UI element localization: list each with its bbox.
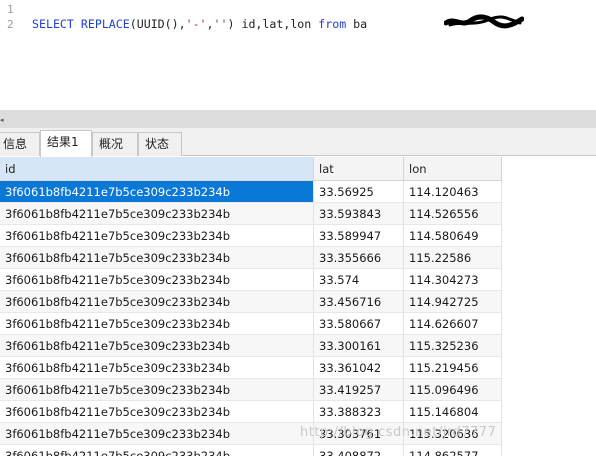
line-number: 2 xyxy=(7,18,14,31)
table-cell-lon[interactable]: 115.146804 xyxy=(404,401,502,423)
table-cell-lat[interactable]: 33.408872 xyxy=(314,445,404,456)
redaction-scribble xyxy=(444,14,524,29)
table-row[interactable]: 3f6061b8fb4211e7b5ce309c233b234b 33.59384… xyxy=(0,203,502,225)
tab-info[interactable]: 信息 xyxy=(0,132,40,156)
table-cell-lat[interactable]: 33.355666 xyxy=(314,247,404,269)
sql-keyword-select: SELECT xyxy=(32,17,74,31)
table-cell-lat[interactable]: 33.388323 xyxy=(314,401,404,423)
table-cell-id[interactable]: 3f6061b8fb4211e7b5ce309c233b234b xyxy=(0,401,314,423)
table-row[interactable]: 3f6061b8fb4211e7b5ce309c233b234b 33.38832… xyxy=(0,401,502,423)
table-row[interactable]: 3f6061b8fb4211e7b5ce309c233b234b 33.30016… xyxy=(0,335,502,357)
table-cell-lon[interactable]: 114.580649 xyxy=(404,225,502,247)
table-cell-id[interactable]: 3f6061b8fb4211e7b5ce309c233b234b xyxy=(0,225,314,247)
table-cell-lat[interactable]: 33.593843 xyxy=(314,203,404,225)
sql-query-line[interactable]: SELECT REPLACE(UUID(),'-','') id,lat,lon… xyxy=(32,17,367,31)
result-tab-bar: 信息 结果1 概况 状态 xyxy=(0,128,596,157)
table-cell-lat[interactable]: 33.456716 xyxy=(314,291,404,313)
table-cell-id[interactable]: 3f6061b8fb4211e7b5ce309c233b234b xyxy=(0,357,314,379)
table-cell-id[interactable]: 3f6061b8fb4211e7b5ce309c233b234b xyxy=(0,269,314,291)
table-cell-lon[interactable]: 115.22586 xyxy=(404,247,502,269)
table-cell-id[interactable]: 3f6061b8fb4211e7b5ce309c233b234b xyxy=(0,379,314,401)
table-row[interactable]: 3f6061b8fb4211e7b5ce309c233b234b 33.574 11… xyxy=(0,269,502,291)
table-cell-lon[interactable]: 115.096496 xyxy=(404,379,502,401)
table-row[interactable]: 3f6061b8fb4211e7b5ce309c233b234b 33.58994… xyxy=(0,225,502,247)
tab-status[interactable]: 状态 xyxy=(138,132,182,156)
table-cell-lon[interactable]: 115.325236 xyxy=(404,335,502,357)
table-cell-lat[interactable]: 33.574 xyxy=(314,269,404,291)
tab-overview[interactable]: 概况 xyxy=(92,132,138,156)
navicat-query-window: 1 2 SELECT REPLACE(UUID(),'-','') id,lat… xyxy=(0,0,596,456)
table-cell-id[interactable]: 3f6061b8fb4211e7b5ce309c233b234b xyxy=(0,247,314,269)
table-cell-lon[interactable]: 115.219456 xyxy=(404,357,502,379)
splitter-grip-icon: ◂ xyxy=(0,116,4,124)
table-cell-lat[interactable]: 33.580667 xyxy=(314,313,404,335)
table-cell-lon[interactable]: 114.942725 xyxy=(404,291,502,313)
table-cell-lon[interactable]: 114.304273 xyxy=(404,269,502,291)
sql-comma: , xyxy=(206,17,214,31)
table-cell-lon[interactable]: 114.862577 xyxy=(404,445,502,456)
line-number: 1 xyxy=(7,3,14,16)
sql-function-args: (UUID(), xyxy=(129,17,186,31)
sql-string-empty: '' xyxy=(213,17,228,31)
table-cell-lon[interactable]: 114.120463 xyxy=(404,181,502,203)
sql-editor[interactable]: 1 2 SELECT REPLACE(UUID(),'-','') id,lat… xyxy=(0,0,596,110)
grid-header: id lat lon xyxy=(0,157,502,181)
table-cell-id[interactable]: 3f6061b8fb4211e7b5ce309c233b234b xyxy=(0,291,314,313)
table-cell-lon[interactable]: 114.526556 xyxy=(404,203,502,225)
table-cell-id[interactable]: 3f6061b8fb4211e7b5ce309c233b234b xyxy=(0,203,314,225)
sql-table-name: ba xyxy=(353,17,368,31)
table-row[interactable]: 3f6061b8fb4211e7b5ce309c233b234b 33.56925… xyxy=(0,181,502,203)
sql-string-dash: '-' xyxy=(185,17,207,31)
table-row[interactable]: 3f6061b8fb4211e7b5ce309c233b234b 33.40887… xyxy=(0,445,502,456)
table-cell-id[interactable]: 3f6061b8fb4211e7b5ce309c233b234b xyxy=(0,445,314,456)
table-cell-id[interactable]: 3f6061b8fb4211e7b5ce309c233b234b xyxy=(0,335,314,357)
column-header-lon[interactable]: lon xyxy=(404,157,502,181)
line-number-gutter: 1 2 xyxy=(0,0,22,110)
table-cell-id[interactable]: 3f6061b8fb4211e7b5ce309c233b234b xyxy=(0,423,314,445)
tab-result1[interactable]: 结果1 xyxy=(40,130,92,157)
table-cell-lat[interactable]: 33.589947 xyxy=(314,225,404,247)
table-cell-lat[interactable]: 33.361042 xyxy=(314,357,404,379)
table-row[interactable]: 3f6061b8fb4211e7b5ce309c233b234b 33.41925… xyxy=(0,379,502,401)
table-cell-lat[interactable]: 33.300161 xyxy=(314,335,404,357)
table-row[interactable]: 3f6061b8fb4211e7b5ce309c233b234b 33.58066… xyxy=(0,313,502,335)
table-row[interactable]: 3f6061b8fb4211e7b5ce309c233b234b 33.36104… xyxy=(0,357,502,379)
column-header-lat[interactable]: lat xyxy=(314,157,404,181)
sql-function-replace: REPLACE xyxy=(80,17,130,31)
result-grid[interactable]: id lat lon 3f6061b8fb4211e7b5ce309c233b2… xyxy=(0,157,596,456)
table-row[interactable]: 3f6061b8fb4211e7b5ce309c233b234b 33.45671… xyxy=(0,291,502,313)
table-cell-id[interactable]: 3f6061b8fb4211e7b5ce309c233b234b xyxy=(0,313,314,335)
table-cell-lat[interactable]: 33.419257 xyxy=(314,379,404,401)
pane-splitter[interactable]: ◂ xyxy=(0,110,596,128)
sql-keyword-from: from xyxy=(318,17,347,31)
table-row[interactable]: 3f6061b8fb4211e7b5ce309c233b234b 33.35566… xyxy=(0,247,502,269)
table-cell-lon[interactable]: 114.626607 xyxy=(404,313,502,335)
sql-column-list: ) id,lat,lon xyxy=(227,17,312,31)
table-cell-id[interactable]: 3f6061b8fb4211e7b5ce309c233b234b xyxy=(0,181,314,203)
table-cell-lat[interactable]: 33.56925 xyxy=(314,181,404,203)
watermark: http://blog.csdn.net/jrd7777 xyxy=(300,425,497,440)
column-header-id[interactable]: id xyxy=(0,157,314,181)
